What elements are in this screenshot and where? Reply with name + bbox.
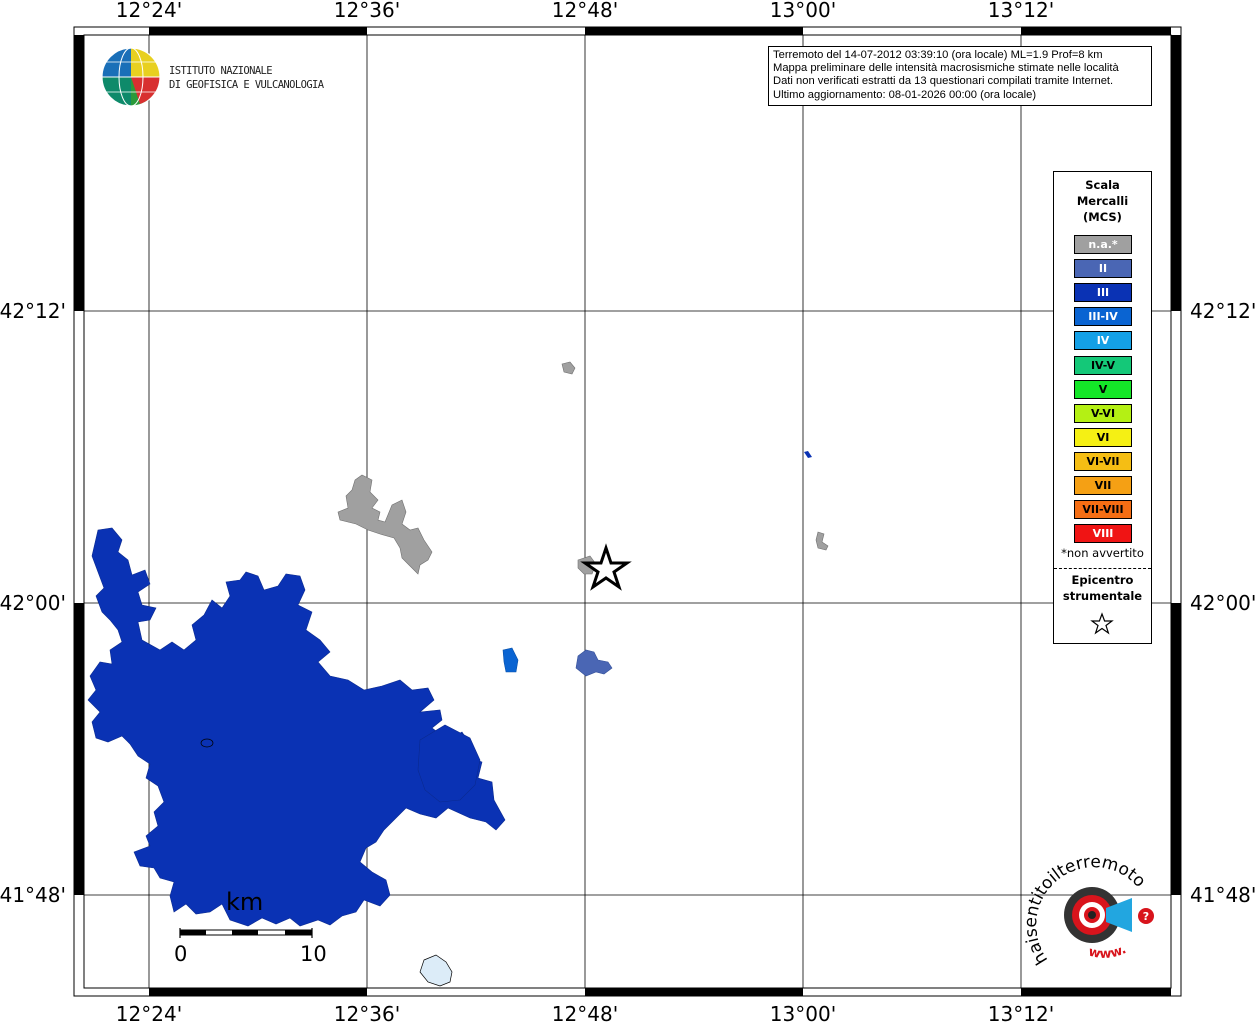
lon-label-bottom: 12°36' xyxy=(334,1002,400,1024)
lon-label-bottom: 12°24' xyxy=(116,1002,182,1024)
legend-item: VII xyxy=(1074,476,1132,495)
left-latitude-labels: 42°12' 42°00' 41°48' xyxy=(0,299,66,907)
scale-bar xyxy=(179,928,313,938)
lon-label-top: 13°12' xyxy=(988,0,1054,22)
top-longitude-labels: 12°24' 12°36' 12°48' 13°00' 13°12' xyxy=(116,0,1054,22)
lon-label-bottom: 12°48' xyxy=(552,1002,618,1024)
scalebar-end: 10 xyxy=(300,942,327,966)
lat-label-right: 41°48' xyxy=(1190,883,1255,907)
legend-item: n.a.* xyxy=(1074,235,1132,254)
lon-label-bottom: 13°00' xyxy=(770,1002,836,1024)
area-ii xyxy=(575,649,613,677)
legend-epicenter-line-1: Epicentro xyxy=(1071,573,1134,587)
legend-item: VI-VII xyxy=(1074,451,1132,471)
lat-label-right: 42°00' xyxy=(1190,591,1255,615)
ingv-logo-text: ISTITUTO NAZIONALE DI GEOFISICA E VULCAN… xyxy=(169,64,324,92)
scalebar-start: 0 xyxy=(174,942,188,966)
area-na-4 xyxy=(815,531,829,551)
legend-epicenter-line-2: strumentale xyxy=(1062,589,1143,603)
ingv-globe-icon xyxy=(101,47,161,107)
right-latitude-labels: 42°12' 42°00' 41°48' xyxy=(1190,299,1255,907)
legend-item: VI xyxy=(1074,427,1132,447)
lon-label-bottom: 13°12' xyxy=(988,1002,1054,1024)
lon-label-top: 12°24' xyxy=(116,0,182,22)
logo-line-2: DI GEOFISICA E VULCANOLOGIA xyxy=(169,79,324,91)
legend-item: V-VI xyxy=(1074,403,1132,423)
legend-note: *non avvertito xyxy=(1061,546,1144,560)
earthquake-info-box: Terremoto del 14-07-2012 03:39:10 (ora l… xyxy=(768,46,1152,106)
epicenter-star xyxy=(580,543,632,591)
area-na-2 xyxy=(561,361,576,375)
svg-text:?: ? xyxy=(1143,910,1149,923)
lon-label-top: 13°00' xyxy=(770,0,836,22)
lat-label-left: 42°12' xyxy=(0,299,66,323)
info-line-2: Mappa preliminare delle intensità macros… xyxy=(773,62,1119,75)
logo-line-1: ISTITUTO NAZIONALE xyxy=(169,65,273,77)
legend-star-icon xyxy=(1090,612,1114,635)
legend-epicenter-label: Epicentro strumentale xyxy=(1054,572,1151,604)
lake xyxy=(419,954,453,987)
hsit-badge-icon: ? xyxy=(1064,887,1154,943)
lon-label-top: 12°48' xyxy=(552,0,618,22)
legend-title-line-1: Scala xyxy=(1085,178,1120,192)
info-line-4: Ultimo aggiornamento: 08-01-2026 00:00 (… xyxy=(773,88,1037,101)
area-small-blue xyxy=(804,451,812,458)
lat-label-left: 41°48' xyxy=(0,883,66,907)
mcs-legend: Scala Mercalli (MCS) n.a.* II III III-IV IV I… xyxy=(1053,171,1152,644)
badge-www: www. xyxy=(1087,942,1129,962)
legend-title-line-3: (MCS) xyxy=(1083,210,1122,224)
lat-label-right: 42°12' xyxy=(1190,299,1255,323)
scalebar-unit: km xyxy=(226,888,264,916)
lat-label-left: 42°00' xyxy=(0,591,66,615)
legend-item: II xyxy=(1074,259,1132,279)
legend-items: n.a.* II III III-IV IV IV-V V V-VI VI VI-VII VII VI… xyxy=(1054,225,1151,544)
area-na-1 xyxy=(337,474,433,575)
area-iii-iv xyxy=(502,647,519,673)
info-line-1: Terremoto del 14-07-2012 03:39:10 (ora l… xyxy=(773,49,1103,61)
legend-item: IV-V xyxy=(1074,355,1132,375)
legend-item: III xyxy=(1074,283,1132,303)
legend-item: VII-VIII xyxy=(1074,500,1132,520)
legend-item: IV xyxy=(1074,331,1132,351)
lon-label-top: 12°36' xyxy=(334,0,400,22)
legend-title-line-2: Mercalli xyxy=(1076,194,1129,208)
legend-item: V xyxy=(1074,379,1132,399)
legend-title: Scala Mercalli (MCS) xyxy=(1054,177,1151,225)
bottom-longitude-labels: 12°24' 12°36' 12°48' 13°00' 13°12' xyxy=(116,1002,1054,1024)
info-line-3: Dati non verificati estratti da 13 quest… xyxy=(773,75,1114,88)
legend-item: III-IV xyxy=(1074,307,1132,327)
legend-separator xyxy=(1054,568,1151,569)
legend-item: VIII xyxy=(1074,524,1132,544)
